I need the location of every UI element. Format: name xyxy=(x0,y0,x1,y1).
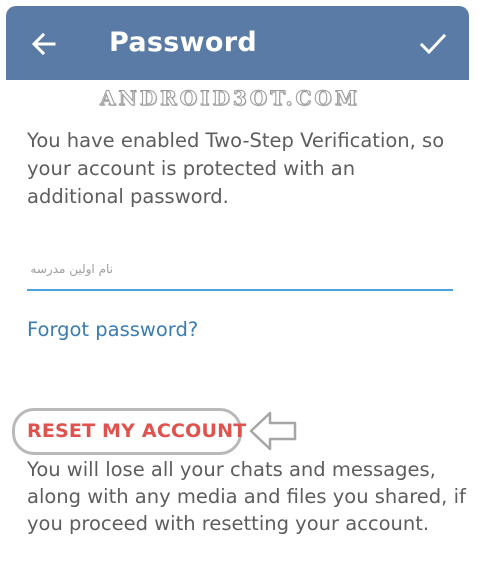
checkmark-icon xyxy=(419,33,447,55)
forgot-password-link[interactable]: Forgot password? xyxy=(27,316,198,344)
reset-account-button[interactable]: RESET MY ACCOUNT xyxy=(27,417,246,445)
password-input[interactable] xyxy=(27,255,453,291)
page-title: Password xyxy=(109,27,257,58)
arrow-left-icon xyxy=(31,32,56,56)
app-bar: Password xyxy=(6,6,469,80)
done-button[interactable] xyxy=(413,24,453,64)
watermark: ANDROID3OT.COM xyxy=(100,86,360,111)
back-button[interactable] xyxy=(24,24,64,64)
arrow-pointing-left-icon xyxy=(249,411,297,451)
two-step-description: You have enabled Two-Step Verification, … xyxy=(27,129,445,208)
reset-warning-text: You will lose all your chats and message… xyxy=(27,458,466,535)
